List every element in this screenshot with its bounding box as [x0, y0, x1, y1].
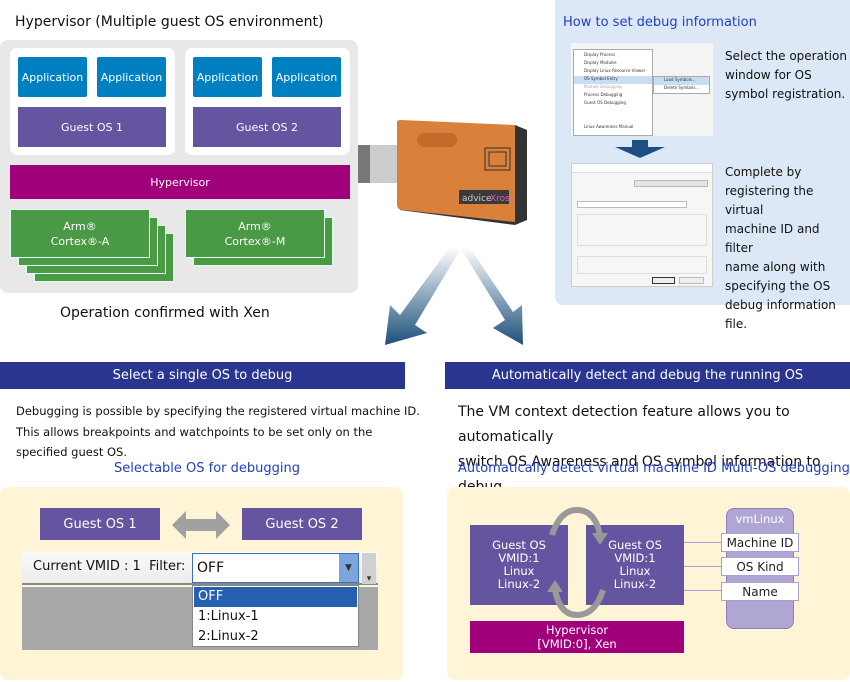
text-line: window for OS	[725, 68, 812, 82]
menu-item: Display Modules	[584, 60, 617, 65]
application-box: Application	[18, 57, 87, 97]
auto-detect-description: The VM context detection feature allows …	[458, 400, 850, 500]
text-line: specified guest OS.	[16, 445, 127, 459]
step1-text: Select the operation window for OS symbo…	[725, 47, 847, 104]
application-box: Application	[97, 57, 166, 97]
current-vmid-label: Current VMID : 1 Filter:	[33, 559, 186, 574]
guest-os-2-box: Guest OS 2	[193, 107, 341, 147]
single-os-description: Debugging is possible by specifying the …	[16, 401, 420, 463]
svg-text:Xross: Xross	[490, 194, 515, 204]
connector-line	[684, 542, 721, 543]
text-line: Select the operation	[725, 49, 847, 63]
cpu-line: Cortex®-A	[50, 234, 110, 248]
submenu-item: Load Symbols...	[654, 77, 709, 85]
kernel-entry-dialog-screenshot	[571, 163, 713, 287]
auto-detect-subtitle: Automatically detect virtual machine ID …	[458, 461, 850, 476]
submenu-item: Delete Symbols...	[664, 85, 700, 90]
step2-text: Complete by registering the virtual mach…	[725, 163, 850, 334]
text-line: Hypervisor	[545, 623, 609, 637]
dropdown-option[interactable]: 2:Linux-2	[194, 627, 357, 647]
hypervisor-title: Hypervisor (Multiple guest OS environmen…	[15, 14, 324, 30]
menu-item: Guest OS Debugging	[584, 100, 626, 105]
filter-value: OFF	[197, 560, 225, 576]
menu-item: Module Debugging	[584, 84, 622, 89]
text-line: Complete by	[725, 165, 802, 179]
arrow-down-icon	[615, 140, 665, 158]
xen-caption: Operation confirmed with Xen	[60, 305, 270, 321]
cpu-line: Arm®	[238, 219, 272, 233]
text-line: Debugging is possible by specifying the …	[16, 404, 420, 418]
hypervisor-bar: Hypervisor	[10, 165, 350, 199]
text-line: machine ID and filter	[725, 222, 820, 255]
text-line: Linux-2	[497, 577, 541, 591]
name-field: Name	[721, 582, 799, 601]
text-line: The VM context detection feature allows …	[458, 404, 790, 445]
cpu-cortex-m: Arm® Cortex®-M	[185, 209, 325, 258]
dropdown-option[interactable]: OFF	[194, 587, 357, 607]
machine-id-field: Machine ID	[721, 533, 799, 552]
guest-os-2-box: Guest OS 2	[242, 508, 362, 540]
guest-os-1-box: Guest OS 1	[18, 107, 166, 147]
arrow-down-right-icon	[460, 247, 523, 345]
application-box: Application	[272, 57, 341, 97]
text-line: specifying the OS	[725, 279, 831, 293]
text-line: name along with	[725, 260, 826, 274]
text-line: Linux-2	[613, 577, 657, 591]
svg-text:advice: advice	[462, 194, 492, 204]
dropdown-option[interactable]: 1:Linux-1	[194, 607, 357, 627]
filter-combobox[interactable]: OFF ▼	[192, 553, 359, 583]
application-box: Application	[193, 57, 262, 97]
text-line: [VMID:0], Xen	[537, 637, 617, 651]
cpu-cortex-a: Arm® Cortex®-A	[10, 209, 150, 258]
context-switch-arrows-icon	[547, 506, 608, 619]
single-os-banner: Select a single OS to debug	[0, 362, 405, 389]
menu-item: Linux Awareness Manual	[584, 124, 634, 129]
text-line: This allows breakpoints and watchpoints …	[16, 424, 373, 439]
swap-arrow-icon	[172, 511, 230, 539]
device-illustration: advice Xross	[358, 120, 527, 345]
arrow-down-left-icon	[385, 247, 460, 345]
menu-item: Display Linux Resource Viewer	[584, 68, 646, 73]
menu-screenshot: Display Process Display Modules Display …	[571, 43, 713, 136]
connector-line	[684, 566, 721, 567]
chevron-down-icon[interactable]: ▼	[339, 554, 358, 582]
toolbar-overflow-icon[interactable]: ▾	[362, 553, 376, 584]
text-line: debug information file.	[725, 298, 836, 331]
connector-line	[684, 590, 721, 591]
menu-item: Process Debugging	[584, 92, 623, 97]
vmlinux-label: vmLinux	[735, 512, 785, 526]
hypervisor-box: Hypervisor [VMID:0], Xen	[470, 621, 684, 653]
advicexross-device	[397, 120, 515, 222]
auto-detect-banner: Automatically detect and debug the runni…	[445, 362, 850, 389]
text-line: registering the virtual	[725, 184, 814, 217]
selectable-os-subtitle: Selectable OS for debugging	[113, 461, 301, 476]
filter-dropdown-list: OFF 1:Linux-1 2:Linux-2	[192, 585, 359, 647]
cpu-line: Cortex®-M	[224, 234, 286, 248]
cpu-line: Arm®	[63, 219, 97, 233]
menu-item: Display Process	[584, 52, 616, 57]
menu-item: OS Symbol Entry	[574, 76, 652, 84]
os-kind-field: OS Kind	[721, 557, 799, 576]
text-line: symbol registration.	[725, 87, 846, 101]
guest-os-1-box: Guest OS 1	[40, 508, 160, 540]
howto-title: How to set debug information	[563, 15, 757, 30]
